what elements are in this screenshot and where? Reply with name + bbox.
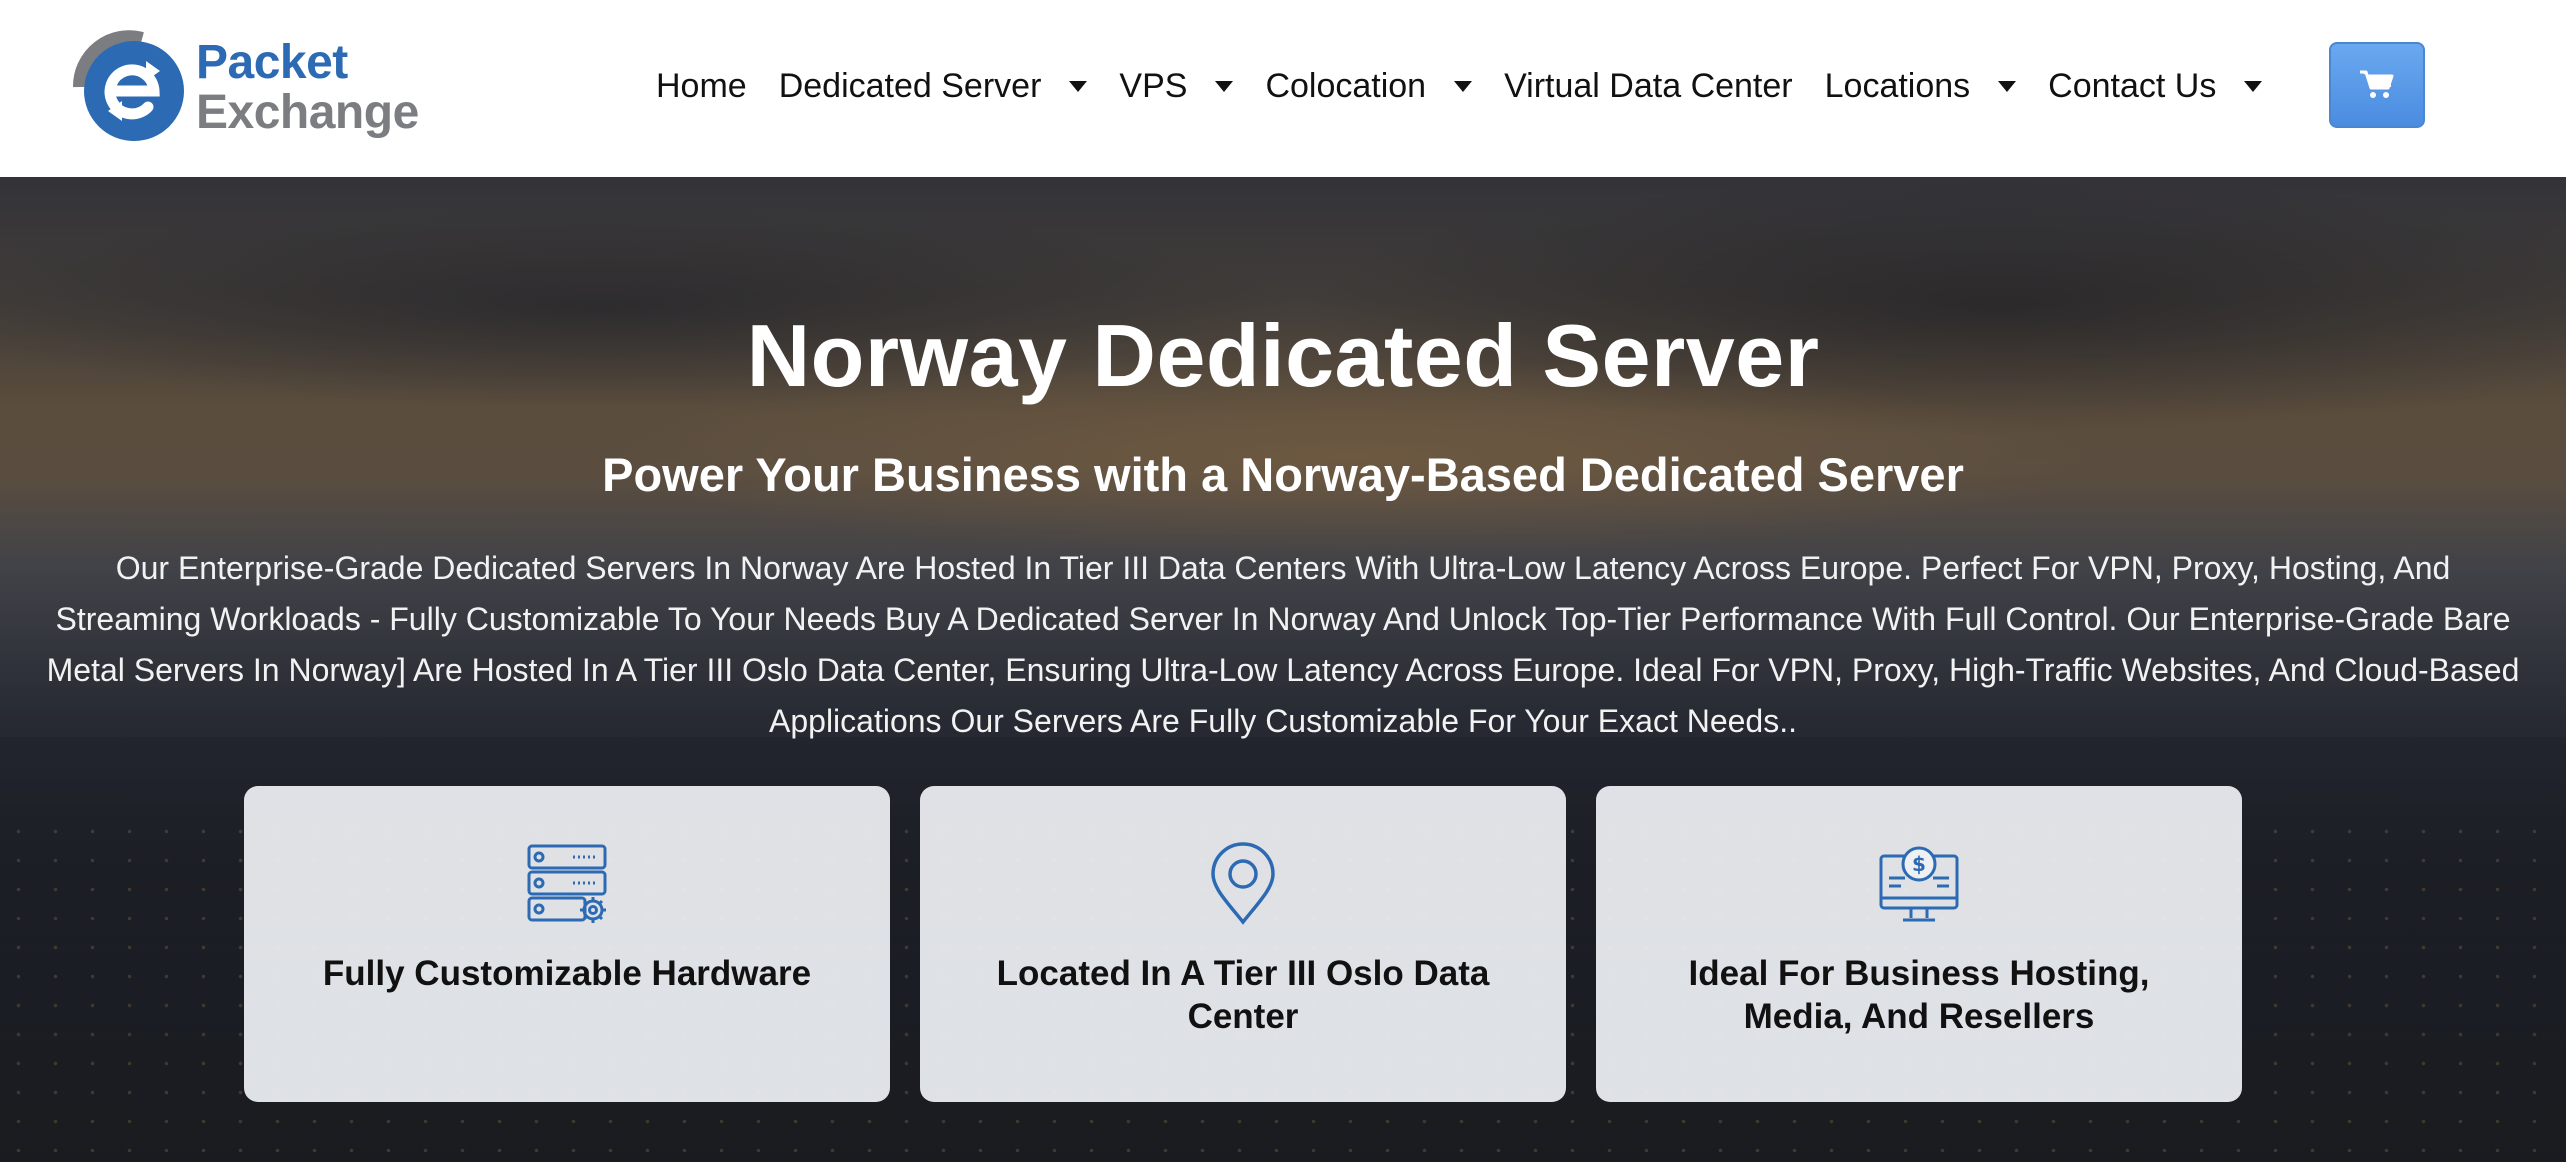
location-pin-icon [1211,842,1275,925]
nav-item-vps[interactable]: VPS [1119,66,1234,106]
monitor-dollar-icon: $ [1879,846,1959,922]
feature-cards: Fully Customizable Hardware Located In A… [244,786,2272,1102]
brand-logo[interactable]: Packet Exchange [70,28,430,148]
feature-card: $ Ideal For Business Hosting, Media, And… [1596,786,2242,1102]
nav-item-label: Colocation [1265,66,1427,105]
feature-title: Fully Customizable Hardware [322,954,812,993]
caret-down-icon [1454,80,1473,92]
server-settings-icon [527,844,607,923]
caret-down-icon [1215,80,1234,92]
hero-description: Our Enterprise-Grade Dedicated Servers I… [46,550,2520,739]
nav-item-label: Locations [1824,66,1971,105]
nav-item-label: Dedicated Server [778,66,1042,105]
feature-card: Located In A Tier III Oslo Data Center [920,786,1566,1102]
caret-down-icon [2244,80,2263,92]
hero-section: Norway Dedicated Server Power Your Busin… [0,177,2566,1162]
feature-title: Ideal For Business Hosting, Media, And R… [1688,954,2150,1036]
nav-item-label: Contact Us [2048,66,2217,105]
nav-item-contact-us[interactable]: Contact Us [2048,66,2263,106]
nav-item-label: Virtual Data Center [1504,66,1793,105]
svg-text:$: $ [1912,852,1926,876]
nav-item-virtual-data-center[interactable]: Virtual Data Center [1504,67,1793,106]
nav-item-locations[interactable]: Locations [1825,67,2017,106]
nav-item-colocation[interactable]: Colocation [1265,66,1473,106]
brand-name-line1: Packet [196,36,348,89]
nav-item-dedicated-server[interactable]: Dedicated Server [779,67,1088,106]
caret-down-icon [1069,80,1088,92]
site-header: Packet Exchange Home Dedicated Server VP… [0,0,2566,177]
shopping-cart-icon [2360,70,2394,98]
nav-item-label: Home [656,66,747,105]
feature-title: Located In A Tier III Oslo Data Center [996,954,1490,1036]
main-nav: Home Dedicated Server VPS Colocation Vir… [656,60,2294,112]
feature-card: Fully Customizable Hardware [244,786,890,1102]
page-title: Norway Dedicated Server [746,306,1820,405]
packet-exchange-logo-icon [70,29,188,147]
nav-item-home[interactable]: Home [656,67,747,106]
hero-subtitle: Power Your Business with a Norway-Based … [602,448,1964,501]
brand-name-line2: Exchange [196,86,419,139]
caret-down-icon [1998,80,2017,92]
cart-button[interactable] [2329,42,2425,128]
nav-item-label: VPS [1119,66,1188,105]
